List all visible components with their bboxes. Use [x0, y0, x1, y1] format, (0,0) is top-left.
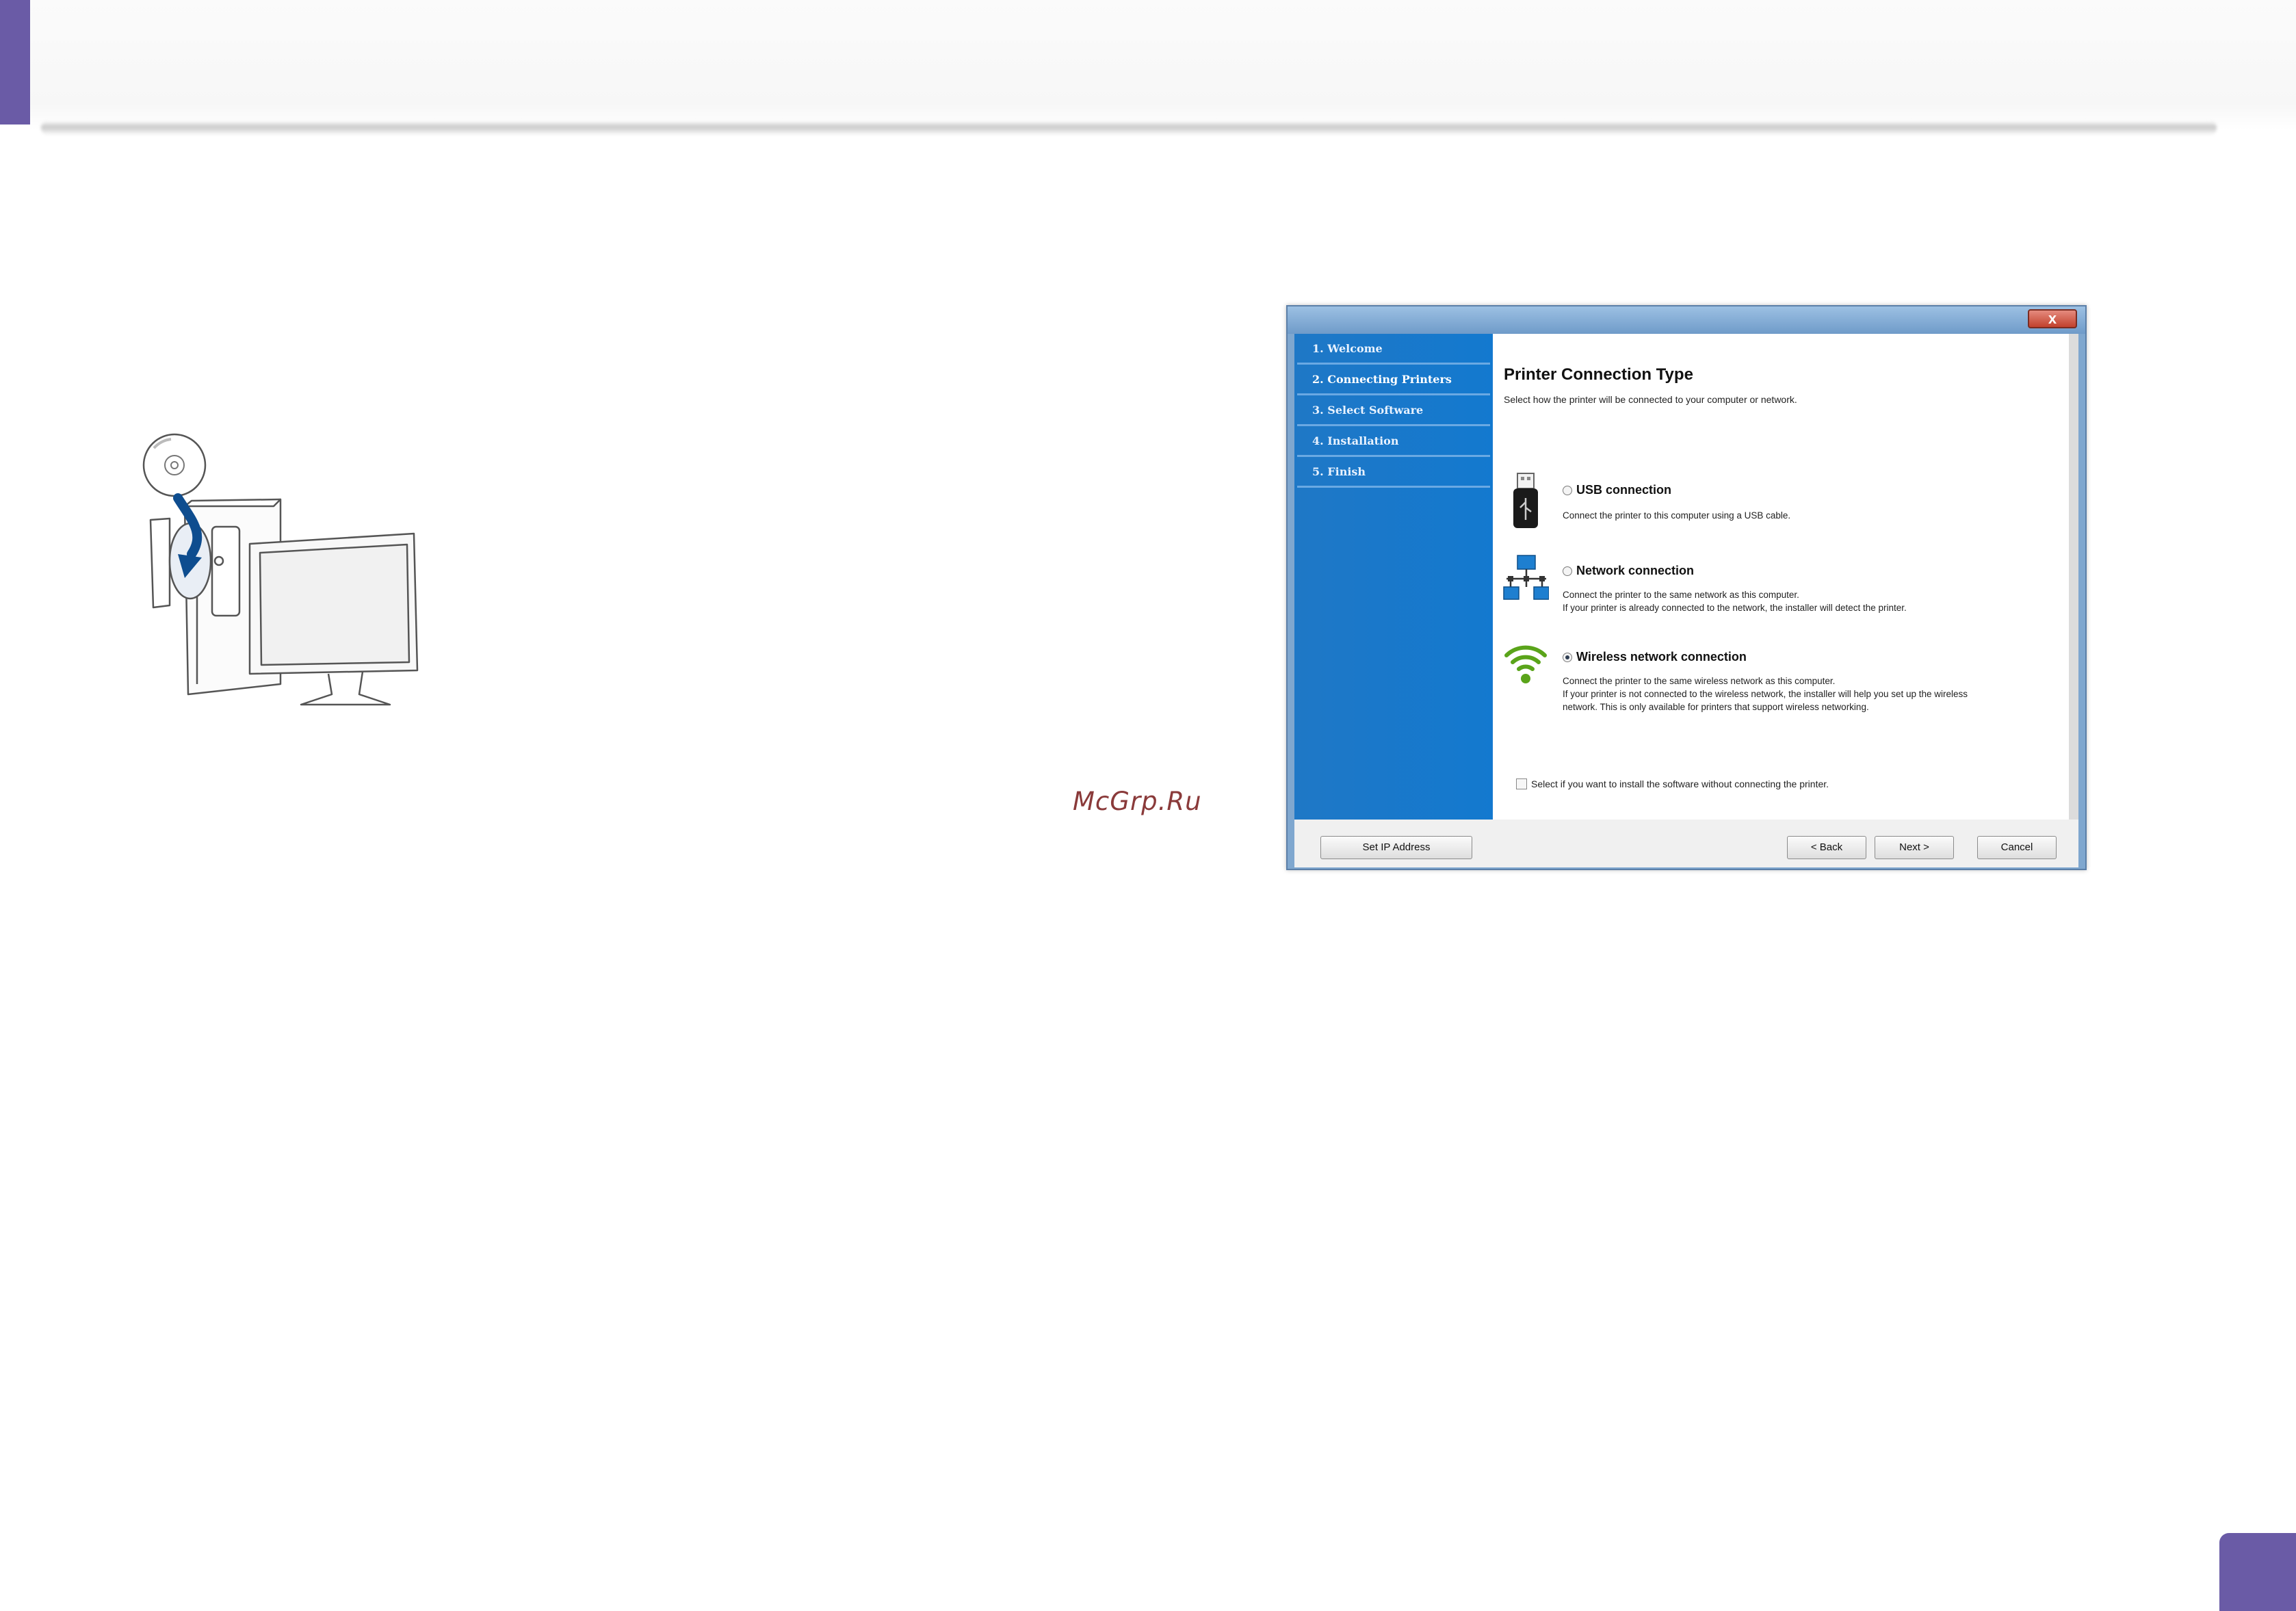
usb-connection-label[interactable]: USB connection [1576, 483, 1671, 497]
cd-disc-icon [142, 433, 207, 497]
close-button[interactable]: x [2028, 309, 2077, 328]
network-connection-label[interactable]: Network connection [1576, 564, 1694, 578]
dialog-button-bar: Set IP Address < Back Next > Cancel [1294, 820, 2078, 867]
wireless-connection-label[interactable]: Wireless network connection [1576, 650, 1747, 664]
step-select-software: 3. Select Software [1297, 395, 1490, 426]
step-connecting-printers: 2. Connecting Printers [1297, 365, 1490, 395]
dialog-titlebar: x [1288, 306, 2085, 334]
page-subtitle: Select how the printer will be connected… [1504, 394, 1797, 405]
wizard-content: Printer Connection Type Select how the p… [1493, 334, 2078, 820]
usb-connection-radio[interactable] [1563, 486, 1572, 495]
wireless-connection-desc-1: Connect the printer to the same wireless… [1563, 676, 1836, 686]
step-installation: 4. Installation [1297, 426, 1490, 457]
page-number-badge [2219, 1533, 2296, 1611]
wireless-connection-desc-3: network. This is only available for prin… [1563, 702, 1869, 712]
step-finish: 5. Finish [1297, 457, 1490, 488]
page-title: Printer Connection Type [1504, 365, 1693, 384]
corner-tab [0, 0, 30, 125]
install-without-printer-label[interactable]: Select if you want to install the softwa… [1531, 778, 1829, 789]
install-without-printer-checkbox[interactable] [1516, 778, 1527, 789]
usb-connection-desc: Connect the printer to this computer usi… [1563, 510, 1791, 521]
wizard-steps-sidebar: 1. Welcome 2. Connecting Printers 3. Sel… [1294, 334, 1493, 820]
cancel-button[interactable]: Cancel [1977, 836, 2057, 859]
header-divider [41, 120, 2217, 135]
network-connection-radio[interactable] [1563, 566, 1572, 576]
wireless-connection-desc-2: If your printer is not connected to the … [1563, 689, 1968, 699]
page-header-band [30, 0, 2296, 130]
next-button[interactable]: Next > [1875, 836, 1954, 859]
wifi-icon [1504, 645, 1547, 683]
set-ip-address-button[interactable]: Set IP Address [1320, 836, 1472, 859]
cd-install-illustration [142, 433, 419, 706]
watermark-text: McGrp.Ru [1073, 787, 1202, 816]
network-connection-desc-2: If your printer is already connected to … [1563, 603, 1907, 613]
usb-icon [1513, 473, 1538, 528]
installer-dialog: x 1. Welcome 2. Connecting Printers 3. S… [1286, 305, 2087, 870]
wireless-connection-radio[interactable] [1563, 653, 1572, 662]
step-welcome: 1. Welcome [1297, 334, 1490, 365]
dialog-client-area: 1. Welcome 2. Connecting Printers 3. Sel… [1294, 334, 2078, 867]
network-icon [1503, 555, 1549, 600]
back-button[interactable]: < Back [1787, 836, 1866, 859]
network-connection-desc-1: Connect the printer to the same network … [1563, 590, 1799, 600]
